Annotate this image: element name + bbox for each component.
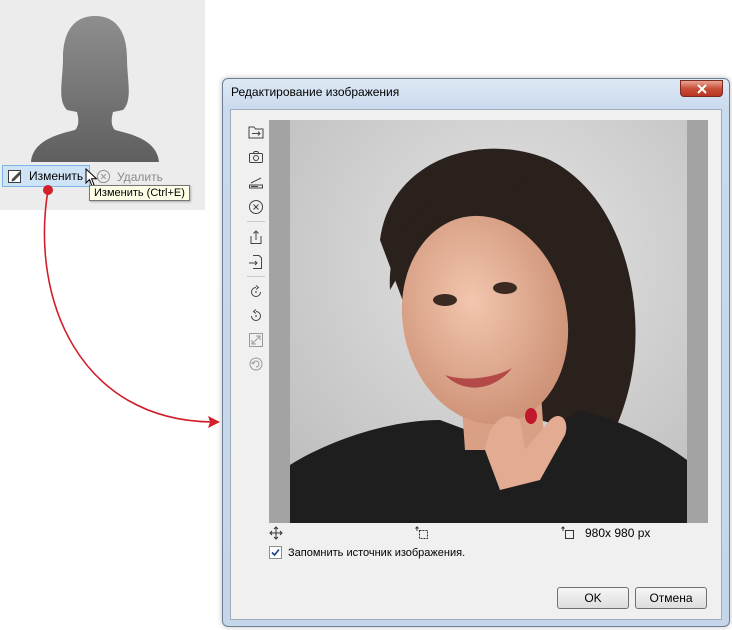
rotate-counterclockwise-icon	[251, 309, 261, 321]
checkbox-box[interactable]	[269, 546, 282, 559]
fit-icon	[249, 333, 263, 347]
close-icon	[696, 83, 707, 94]
clear-tool[interactable]	[247, 198, 265, 216]
checkmark-icon	[271, 548, 280, 557]
remember-source-checkbox[interactable]: Запомнить источник изображения.	[269, 546, 465, 559]
crop-size-icon	[415, 526, 428, 539]
edit-image-dialog: Редактирование изображения 980x 980 px З…	[222, 78, 730, 627]
camera-tool[interactable]	[247, 148, 265, 166]
ok-button[interactable]: OK	[557, 587, 629, 609]
open-file-tool[interactable]	[247, 123, 265, 141]
import-tool[interactable]	[247, 253, 265, 271]
camera-icon	[249, 151, 263, 163]
edit-button[interactable]: Изменить	[2, 165, 90, 187]
export-tool[interactable]	[247, 228, 265, 246]
move-indicator	[269, 525, 283, 541]
close-button[interactable]	[680, 80, 723, 97]
fit-tool[interactable]	[247, 331, 265, 349]
scanner-icon	[249, 177, 263, 189]
rotate-clockwise-icon	[251, 285, 261, 297]
toolbar-separator	[247, 276, 265, 277]
clear-icon	[249, 200, 263, 214]
dialog-body: 980x 980 px Запомнить источник изображен…	[230, 109, 722, 620]
cancel-button[interactable]: Отмена	[635, 587, 707, 609]
delete-button-label: Удалить	[117, 169, 163, 184]
edit-icon	[8, 170, 22, 183]
image-size-indicator: 980x 980 px	[561, 525, 650, 541]
portrait-photo	[290, 120, 687, 523]
avatar-placeholder	[29, 10, 161, 162]
remember-source-label: Запомнить источник изображения.	[288, 546, 466, 559]
reset-tool[interactable]	[247, 355, 265, 373]
dialog-title: Редактирование изображения	[231, 85, 400, 99]
open-folder-icon	[248, 126, 264, 139]
image-size-text: 980x 980 px	[585, 526, 651, 540]
import-icon	[249, 255, 262, 269]
delete-icon	[96, 169, 111, 184]
image-canvas[interactable]	[269, 120, 708, 523]
edit-tooltip: Изменить (Ctrl+E)	[89, 185, 190, 201]
move-icon	[269, 526, 283, 540]
avatar-panel: Изменить Удалить Изменить (Ctrl+E)	[0, 0, 205, 210]
scanner-tool[interactable]	[247, 173, 265, 191]
edit-button-label: Изменить	[29, 169, 84, 183]
export-icon	[250, 230, 262, 244]
toolbar-separator	[247, 221, 265, 222]
reset-icon	[249, 357, 263, 371]
crop-indicator	[415, 525, 429, 541]
delete-button[interactable]: Удалить	[96, 169, 163, 184]
image-size-icon	[561, 526, 574, 539]
rotate-right-tool[interactable]	[247, 283, 265, 301]
rotate-left-tool[interactable]	[247, 307, 265, 325]
